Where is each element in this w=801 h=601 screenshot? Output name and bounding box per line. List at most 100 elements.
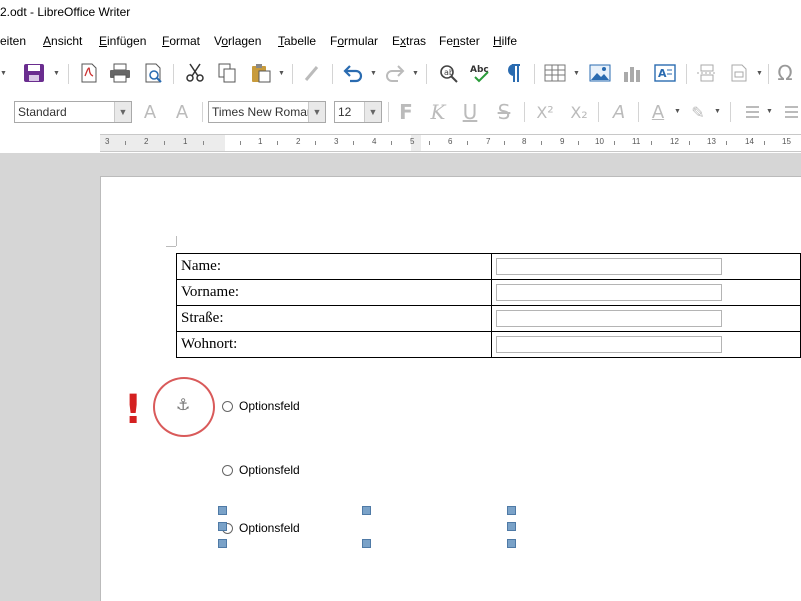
find-replace-icon: ab: [440, 65, 458, 83]
bullets-button[interactable]: [738, 100, 762, 124]
chevron-down-icon[interactable]: ▼: [278, 70, 285, 77]
chevron-down-icon[interactable]: ▼: [714, 108, 721, 115]
selection-handle[interactable]: [507, 522, 516, 531]
redo-button[interactable]: [382, 62, 408, 84]
ruler-number: 13: [707, 137, 716, 146]
selection-handle[interactable]: [507, 539, 516, 548]
insert-chart-button[interactable]: [620, 62, 644, 84]
selection-handle[interactable]: [507, 506, 516, 515]
radio-circle-icon: [222, 464, 233, 476]
option-radio-2[interactable]: Optionsfeld: [222, 463, 300, 477]
chevron-down-icon[interactable]: ▼: [766, 108, 773, 115]
find-replace-button[interactable]: ab: [436, 62, 462, 84]
wohnort-text-field[interactable]: [496, 336, 723, 353]
ruler-number: 3: [105, 137, 110, 146]
insert-table-button[interactable]: [542, 62, 568, 84]
insert-page-break-button[interactable]: [694, 62, 720, 84]
save-button[interactable]: [22, 62, 46, 84]
paragraph-style-value: Standard: [18, 105, 67, 119]
menu-format[interactable]: Format: [162, 34, 200, 48]
paste-button[interactable]: [248, 62, 274, 84]
chevron-down-icon[interactable]: ▼: [412, 70, 419, 77]
ruler-tick: [689, 141, 690, 145]
toolbar-separator: [68, 64, 69, 84]
clone-formatting-button[interactable]: [300, 62, 324, 84]
option-radio-3[interactable]: Optionsfeld: [222, 521, 300, 535]
copy-button[interactable]: [215, 62, 239, 84]
font-name-select[interactable]: Times New Roman ▼: [208, 101, 326, 123]
chevron-down-icon[interactable]: ▼: [756, 70, 763, 77]
font-size-select[interactable]: 12 ▼: [334, 101, 382, 123]
ruler-number: 3: [334, 137, 339, 146]
numbered-list-icon: [785, 106, 798, 118]
subscript-icon[interactable]: X₂: [566, 100, 592, 124]
undo-button[interactable]: [340, 62, 366, 84]
name-text-field[interactable]: [496, 258, 723, 275]
export-pdf-button[interactable]: [78, 62, 100, 84]
menu-einfuegen[interactable]: Einfügen: [99, 34, 146, 48]
print-button[interactable]: [108, 62, 132, 84]
print-preview-button[interactable]: [142, 62, 166, 84]
bold-icon[interactable]: F: [394, 100, 418, 124]
menu-bearbeiten[interactable]: eiten: [0, 34, 26, 48]
form-table: Name: Vorname: Straße: Wohnort:: [175, 253, 801, 358]
menu-ansicht[interactable]: Ansicht: [43, 34, 82, 48]
chevron-down-icon[interactable]: ▼: [674, 108, 681, 115]
selection-handle[interactable]: [362, 506, 371, 515]
strasse-text-field[interactable]: [496, 310, 723, 327]
toolbar-separator: [388, 102, 389, 122]
toolbar-separator: [173, 64, 174, 84]
selection-handle[interactable]: [362, 539, 371, 548]
table-row: Name:: [175, 253, 801, 280]
clear-formatting-icon[interactable]: A: [606, 100, 632, 124]
menu-tabelle[interactable]: Tabelle: [278, 34, 316, 48]
chevron-down-icon[interactable]: ▼: [370, 70, 377, 77]
option-radio-1[interactable]: Optionsfeld: [222, 399, 300, 413]
ruler-number: 7: [486, 137, 491, 146]
insert-image-button[interactable]: [587, 62, 613, 84]
paragraph-style-select[interactable]: Standard ▼: [14, 101, 132, 123]
font-color-icon[interactable]: A: [646, 100, 670, 124]
spelling-button[interactable]: Abc: [468, 62, 494, 84]
horizontal-ruler[interactable]: 3 2 1 1 2 3 4 5 6 7 8 9 10 11 12 13 14 1…: [100, 134, 801, 152]
ruler-number: 1: [183, 137, 188, 146]
superscript-icon[interactable]: X²: [532, 100, 558, 124]
new-style-icon[interactable]: A: [170, 100, 194, 124]
anchor-icon[interactable]: ⚓: [176, 395, 190, 414]
strikethrough-icon[interactable]: S: [492, 100, 516, 124]
ruler-number: 10: [595, 137, 604, 146]
radio-label: Optionsfeld: [239, 521, 300, 535]
selection-handle[interactable]: [218, 506, 227, 515]
spellcheck-icon: Abc: [470, 65, 489, 83]
menu-vorlagen[interactable]: Vorlagen: [214, 34, 261, 48]
insert-textbox-button[interactable]: A: [652, 62, 678, 84]
selection-handle[interactable]: [218, 539, 227, 548]
update-style-icon[interactable]: A: [138, 100, 162, 124]
chevron-down-icon[interactable]: ▼: [53, 70, 60, 77]
chevron-down-icon[interactable]: ▼: [0, 70, 7, 77]
underline-icon[interactable]: U: [458, 100, 482, 124]
highlighting-icon[interactable]: ✎: [686, 100, 710, 124]
ruler-tick: [504, 141, 505, 145]
menu-formular[interactable]: Formular: [330, 34, 378, 48]
menu-fenster[interactable]: Fenster: [439, 34, 480, 48]
italic-icon[interactable]: K: [426, 100, 450, 124]
ruler-number: 2: [144, 137, 149, 146]
vorname-text-field[interactable]: [496, 284, 723, 301]
selection-handle[interactable]: [218, 522, 227, 531]
ruler-number: 11: [632, 137, 641, 146]
chevron-down-icon[interactable]: ▼: [573, 70, 580, 77]
formatting-marks-button[interactable]: [502, 62, 526, 84]
cut-button[interactable]: [183, 62, 207, 84]
menu-extras[interactable]: Extras: [392, 34, 426, 48]
menu-hilfe[interactable]: Hilfe: [493, 34, 517, 48]
toolbar-separator: [202, 102, 203, 122]
insert-field-button[interactable]: [726, 62, 752, 84]
ruler-tick: [277, 141, 278, 145]
clipboard-icon: [252, 64, 271, 83]
ruler-number: 15: [782, 137, 791, 146]
ruler-tick: [125, 141, 126, 145]
numbering-button[interactable]: [778, 100, 800, 124]
omega-icon[interactable]: Ω: [772, 61, 798, 85]
text-boundary-corner: [176, 236, 177, 246]
